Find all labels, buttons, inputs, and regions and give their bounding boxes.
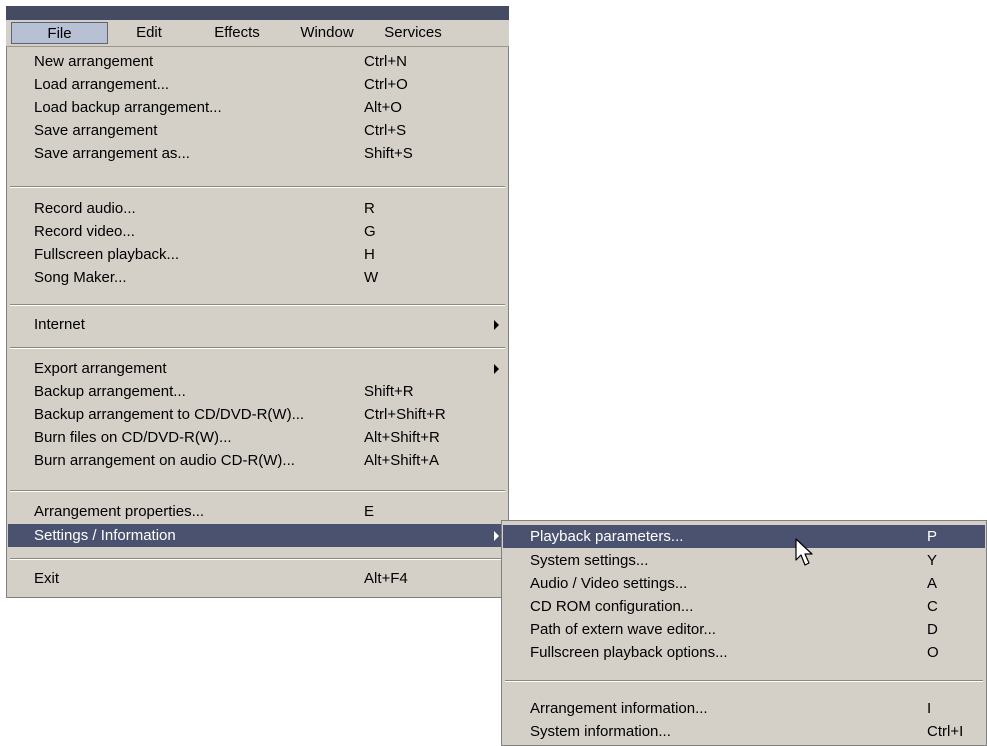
menu-item-fullscreen-playback[interactable]: Fullscreen playback... H bbox=[8, 243, 507, 266]
menu-item-label: New arrangement bbox=[34, 53, 154, 70]
menu-item-shortcut: G bbox=[364, 223, 376, 240]
menu-window[interactable]: Window bbox=[284, 22, 370, 44]
menu-bar: File Edit Effects Window Services bbox=[6, 20, 509, 47]
menu-item-shortcut: C bbox=[927, 598, 938, 615]
menu-item-record-audio[interactable]: Record audio... R bbox=[8, 197, 507, 220]
menu-item-label: Export arrangement bbox=[34, 360, 167, 377]
menu-item-label: CD ROM configuration... bbox=[530, 598, 694, 615]
menu-item-shortcut: P bbox=[927, 528, 938, 545]
menu-item-shortcut: A bbox=[927, 575, 938, 592]
menu-item-label: Path of extern wave editor... bbox=[530, 621, 716, 638]
mouse-pointer-icon bbox=[795, 538, 813, 566]
menu-item-shortcut: Y bbox=[927, 552, 938, 569]
menu-separator bbox=[10, 347, 505, 349]
menu-item-shortcut: R bbox=[364, 200, 375, 217]
menu-item-shortcut: E bbox=[364, 503, 375, 520]
menu-item-label: Burn files on CD/DVD-R(W)... bbox=[34, 429, 232, 446]
menu-item-exit[interactable]: Exit Alt+F4 bbox=[8, 567, 507, 590]
file-menu-dropdown: New arrangement Ctrl+N Load arrangement.… bbox=[6, 47, 512, 598]
menu-services[interactable]: Services bbox=[370, 22, 456, 44]
menu-separator bbox=[10, 490, 505, 492]
menu-item-label: Playback parameters... bbox=[530, 528, 684, 545]
submenu-item-system-information[interactable]: System information... Ctrl+I bbox=[503, 720, 985, 743]
menu-item-burn-files[interactable]: Burn files on CD/DVD-R(W)... Alt+Shift+R bbox=[8, 426, 507, 449]
menu-item-label: Settings / Information bbox=[34, 527, 176, 544]
submenu-item-playback-parameters[interactable]: Playback parameters... P bbox=[503, 525, 985, 548]
menu-item-label: Song Maker... bbox=[34, 269, 127, 286]
menu-item-shortcut: Alt+O bbox=[364, 99, 402, 116]
menu-item-shortcut: Ctrl+O bbox=[364, 76, 408, 93]
menu-item-label: Record video... bbox=[34, 223, 135, 240]
menu-item-label: Load arrangement... bbox=[34, 76, 170, 93]
window-title-bar bbox=[6, 6, 509, 20]
menu-item-label: Audio / Video settings... bbox=[530, 575, 688, 592]
menu-separator bbox=[10, 186, 505, 188]
menu-item-new-arrangement[interactable]: New arrangement Ctrl+N bbox=[8, 50, 507, 73]
menu-item-export-arrangement[interactable]: Export arrangement bbox=[8, 357, 507, 380]
menu-item-label: Record audio... bbox=[34, 200, 136, 217]
menu-item-label: Save arrangement bbox=[34, 122, 158, 139]
menu-item-shortcut: D bbox=[927, 621, 938, 638]
menu-item-shortcut: W bbox=[364, 269, 379, 286]
menu-item-backup-arrangement[interactable]: Backup arrangement... Shift+R bbox=[8, 380, 507, 403]
menu-item-label: Arrangement information... bbox=[530, 700, 708, 717]
menu-item-label: Fullscreen playback... bbox=[34, 246, 180, 263]
menu-item-save-arrangement[interactable]: Save arrangement Ctrl+S bbox=[8, 119, 507, 142]
menu-item-shortcut: I bbox=[927, 700, 932, 717]
menu-item-song-maker[interactable]: Song Maker... W bbox=[8, 266, 507, 289]
submenu-item-arrangement-information[interactable]: Arrangement information... I bbox=[503, 697, 985, 720]
menu-item-shortcut: Ctrl+Shift+R bbox=[364, 406, 446, 423]
menu-edit[interactable]: Edit bbox=[108, 22, 190, 44]
menu-file[interactable]: File bbox=[11, 22, 108, 44]
menu-item-label: Backup arrangement to CD/DVD-R(W)... bbox=[34, 406, 305, 423]
menu-item-label: Fullscreen playback options... bbox=[530, 644, 728, 661]
menu-item-label: System settings... bbox=[530, 552, 649, 569]
submenu-item-system-settings[interactable]: System settings... Y bbox=[503, 549, 985, 572]
menu-item-label: Save arrangement as... bbox=[34, 145, 190, 162]
menu-item-label: Burn arrangement on audio CD-R(W)... bbox=[34, 452, 295, 469]
menu-item-shortcut: Alt+F4 bbox=[364, 570, 408, 587]
menu-item-shortcut: H bbox=[364, 246, 375, 263]
menu-separator bbox=[505, 680, 983, 682]
menu-item-settings-information[interactable]: Settings / Information bbox=[8, 524, 512, 547]
menu-item-shortcut: Alt+Shift+A bbox=[364, 452, 440, 469]
menu-item-shortcut: Alt+Shift+R bbox=[364, 429, 440, 446]
submenu-arrow-icon bbox=[494, 531, 499, 541]
menu-item-internet[interactable]: Internet bbox=[8, 313, 507, 336]
menu-item-burn-audio-cd[interactable]: Burn arrangement on audio CD-R(W)... Alt… bbox=[8, 449, 507, 472]
menu-item-shortcut: O bbox=[927, 644, 939, 661]
menu-separator bbox=[10, 304, 505, 306]
menu-item-label: Arrangement properties... bbox=[34, 503, 205, 520]
menu-item-shortcut: Ctrl+I bbox=[927, 723, 964, 740]
menu-item-backup-to-cd-dvd[interactable]: Backup arrangement to CD/DVD-R(W)... Ctr… bbox=[8, 403, 507, 426]
menu-item-load-arrangement[interactable]: Load arrangement... Ctrl+O bbox=[8, 73, 507, 96]
settings-submenu: Playback parameters... P System settings… bbox=[501, 520, 987, 746]
submenu-arrow-icon bbox=[494, 320, 499, 330]
menu-item-shortcut: Shift+R bbox=[364, 383, 414, 400]
menu-item-arrangement-properties[interactable]: Arrangement properties... E bbox=[8, 500, 507, 523]
menu-item-label: Load backup arrangement... bbox=[34, 99, 222, 116]
menu-effects[interactable]: Effects bbox=[190, 22, 284, 44]
submenu-item-cd-rom-configuration[interactable]: CD ROM configuration... C bbox=[503, 595, 985, 618]
menu-item-load-backup-arrangement[interactable]: Load backup arrangement... Alt+O bbox=[8, 96, 507, 119]
menu-item-save-arrangement-as[interactable]: Save arrangement as... Shift+S bbox=[8, 142, 507, 165]
submenu-item-fullscreen-playback-options[interactable]: Fullscreen playback options... O bbox=[503, 641, 985, 664]
menu-item-label: Internet bbox=[34, 316, 85, 333]
menu-item-shortcut: Ctrl+N bbox=[364, 53, 407, 70]
submenu-item-audio-video-settings[interactable]: Audio / Video settings... A bbox=[503, 572, 985, 595]
menu-item-record-video[interactable]: Record video... G bbox=[8, 220, 507, 243]
submenu-arrow-icon bbox=[494, 364, 499, 374]
menu-item-label: Exit bbox=[34, 570, 60, 587]
submenu-item-extern-wave-editor[interactable]: Path of extern wave editor... D bbox=[503, 618, 985, 641]
menu-item-label: System information... bbox=[530, 723, 671, 740]
menu-item-label: Backup arrangement... bbox=[34, 383, 186, 400]
menu-item-shortcut: Ctrl+S bbox=[364, 122, 407, 139]
menu-separator bbox=[10, 558, 505, 560]
menu-item-shortcut: Shift+S bbox=[364, 145, 413, 162]
